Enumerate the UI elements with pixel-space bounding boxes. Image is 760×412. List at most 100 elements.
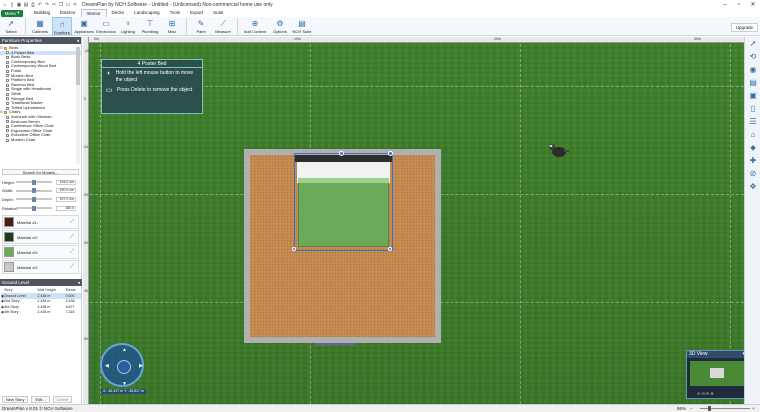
delete-story-button[interactable]: Delete: [52, 396, 73, 403]
eyedropper-icon[interactable]: ⟋: [68, 233, 76, 241]
tooltip-line-1: Hold the left mouse button to move the o…: [115, 70, 194, 83]
save-as-icon[interactable]: ▤: [23, 2, 29, 8]
doorway-icon[interactable]: ▯: [748, 104, 758, 114]
cube-icon[interactable]: ▣: [748, 91, 758, 101]
tree-scrollbar[interactable]: [76, 47, 80, 164]
nch-suite-button[interactable]: ▤ NCH Suite: [292, 17, 312, 35]
lawn: 4 Poster Bed ◖ Hold the left mouse button…: [90, 44, 744, 404]
lighting-button[interactable]: ♆ Lighting: [118, 17, 138, 35]
select-button[interactable]: ➚ Select: [1, 17, 21, 35]
stairs-icon[interactable]: ☰: [748, 117, 758, 127]
3d-view-controls[interactable]: ⊖ ⟲ ⟳ ⊕: [697, 391, 714, 396]
zoom-in-icon[interactable]: +: [752, 405, 755, 412]
electronics-button[interactable]: ▭ Electronics: [96, 17, 116, 35]
measure-button[interactable]: ⟋ Measure: [213, 17, 233, 35]
save-icon[interactable]: ▣: [16, 2, 22, 8]
upgrade-button[interactable]: Upgrade: [730, 23, 758, 32]
cabinet-icon: ▦: [36, 19, 44, 28]
furniture-tree: ⊟ Beds 4 Poster Bed Bunk Beds Contemporar…: [0, 44, 81, 166]
maximize-icon[interactable]: ▫: [732, 0, 746, 9]
zoom-slider[interactable]: [700, 406, 750, 411]
menu-button[interactable]: Menu ▾: [1, 9, 23, 17]
table-row[interactable]: ◉ 4th Story 2.438 m 7.315: [1, 310, 81, 316]
rotation-value[interactable]: 180.0: [56, 205, 76, 211]
cursor-icon: ➚: [7, 19, 15, 28]
print-icon[interactable]: ⎙: [30, 2, 36, 8]
zoom-out-icon[interactable]: −: [690, 405, 693, 412]
3d-view-panel[interactable]: 3D View▾ ⊖ ⟲ ⟳ ⊕: [686, 350, 744, 399]
redo-icon[interactable]: ↷: [44, 2, 50, 8]
rotate-icon[interactable]: ⟲: [748, 52, 758, 62]
select-icon[interactable]: ➚: [748, 39, 758, 49]
new-story-button[interactable]: New Story: [2, 396, 29, 403]
appliances-button[interactable]: ▣ Appliances: [74, 17, 94, 35]
copy-icon[interactable]: ❐: [58, 2, 64, 8]
pan-icon[interactable]: ✥: [748, 182, 758, 192]
corner-handle-icon[interactable]: [292, 247, 296, 251]
eyedropper-icon[interactable]: ⟋: [68, 218, 76, 226]
3d-preview[interactable]: [690, 361, 744, 386]
model-icon: [6, 97, 9, 101]
material-3[interactable]: Material #3: ⟋: [2, 245, 79, 260]
height-value[interactable]: 134.0 cm: [56, 179, 76, 185]
new-file-icon[interactable]: ▯: [9, 2, 15, 8]
lamp-icon: ♆: [125, 19, 131, 28]
corner-handle-icon[interactable]: [388, 247, 392, 251]
compass-icon[interactable]: ⊘: [748, 169, 758, 179]
roof-icon[interactable]: ⌂: [748, 130, 758, 140]
design-canvas[interactable]: 0m 10m 20m 30m -10 0 10 20 30 40 50 4 Po…: [83, 37, 744, 404]
model-icon: [6, 55, 9, 59]
height-slider[interactable]: [16, 179, 52, 185]
zoom-level: 86%: [677, 406, 687, 411]
navigation-control[interactable]: ▲ ▼ ◀ ▶: [100, 343, 144, 387]
faucet-icon: ⊤: [146, 19, 154, 28]
dog-icon[interactable]: [548, 142, 570, 160]
edit-story-button[interactable]: Edit...: [31, 396, 50, 403]
resize-handle-icon[interactable]: [388, 151, 393, 156]
depth-slider[interactable]: [16, 196, 52, 202]
layers-icon[interactable]: ▤: [748, 78, 758, 88]
furniture-button[interactable]: ⑁ Furniture: [52, 17, 72, 35]
material-4[interactable]: Material #4: ⟋: [2, 260, 79, 275]
pan-down-icon[interactable]: ▼: [122, 381, 127, 387]
camera-icon[interactable]: ◉: [748, 65, 758, 75]
minimize-icon[interactable]: –: [718, 0, 732, 9]
model-icon: [6, 138, 9, 142]
paste-icon[interactable]: ▭: [65, 2, 71, 8]
eyedropper-icon[interactable]: ⟋: [68, 263, 76, 271]
model-icon: [6, 134, 9, 138]
tree-item[interactable]: Modern Chair: [0, 137, 81, 143]
width-value[interactable]: 190.0 cm: [56, 188, 76, 194]
add-content-button[interactable]: ⊕ Add Content: [242, 17, 268, 35]
four-poster-bed[interactable]: [292, 151, 393, 251]
chair-icon: ⑁: [59, 20, 65, 29]
depth-value[interactable]: 197.0 cm: [56, 196, 76, 202]
pan-right-icon[interactable]: ▶: [139, 363, 143, 369]
rotate-handle-icon[interactable]: [339, 151, 344, 156]
pan-left-icon[interactable]: ◀: [105, 363, 109, 369]
navigation-center[interactable]: [117, 360, 131, 374]
undo-icon[interactable]: ↶: [37, 2, 43, 8]
rotation-slider[interactable]: [16, 205, 52, 211]
plumbing-button[interactable]: ⊤ Plumbing: [140, 17, 160, 35]
width-slider[interactable]: [16, 188, 52, 194]
paint-button[interactable]: ✎ Paint: [191, 17, 211, 35]
eyedropper-icon[interactable]: ⟋: [68, 248, 76, 256]
delete-icon[interactable]: ✕: [72, 2, 78, 8]
table-row[interactable]: ◉ 2nd Story 2.438 m 2.438: [1, 299, 81, 305]
door[interactable]: [315, 343, 355, 346]
cabinets-button[interactable]: ▦ Cabinets: [30, 17, 50, 35]
tag-icon[interactable]: ⬥: [748, 143, 758, 153]
cut-icon[interactable]: ✂: [51, 2, 57, 8]
pin-icon[interactable]: ✚: [748, 156, 758, 166]
close-icon[interactable]: ✕: [746, 0, 760, 9]
misc-button[interactable]: ⊞ Misc: [162, 17, 182, 35]
status-bar: DreamPlan v 8.01 © NCH Software 86% − +: [0, 404, 760, 412]
collapse-icon[interactable]: ◂: [78, 279, 80, 286]
material-1[interactable]: Material #1: ⟋: [2, 215, 79, 230]
material-2[interactable]: Material #2: ⟋: [2, 230, 79, 245]
options-button[interactable]: ⚙ Options: [270, 17, 290, 35]
pan-up-icon[interactable]: ▲: [122, 347, 127, 353]
collapse-icon[interactable]: ◂: [77, 37, 79, 44]
status-text: DreamPlan v 8.01 © NCH Software: [2, 406, 73, 411]
